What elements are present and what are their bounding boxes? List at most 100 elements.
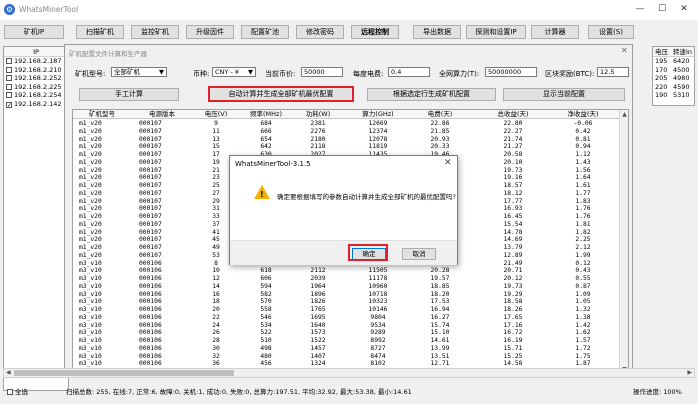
table-cell: -0.06 [573,120,593,127]
table-cell: 1.42 [575,321,591,329]
show-config-button[interactable]: 显示当前配置 [503,88,625,101]
table-cell: 15.25 [503,352,523,360]
table-row[interactable]: m3_v10 000106 16 582 1896 10718 18.20 19.29 1.09 [73,291,620,299]
table-row[interactable]: m3_v10 000106 28 510 1522 8992 14.61 16.19 1.57 [73,337,620,345]
checkbox-icon[interactable]: ✓ [6,101,12,108]
vertical-scrollbar[interactable]: ▲ ▼ [619,110,628,374]
toolbar-remote-control[interactable]: 远程控制 [351,25,399,39]
table-cell: 17.16 [503,321,523,329]
column-header[interactable]: 电源版本 [139,110,185,119]
scroll-thumb[interactable] [14,370,234,376]
column-header[interactable]: 频率(MHz) [243,110,289,119]
auto-calc-button[interactable]: 自动计算并生成全部矿机最优配置 [208,86,354,102]
table-row[interactable]: m1_v20 000107 9 684 2381 12669 22.86 22.80 -0.06 [73,120,620,128]
column-header[interactable]: 电费(天) [413,110,467,119]
table-cell: 19.73 [503,166,523,174]
column-header[interactable]: 净收益(天) [553,110,613,119]
table-cell: 000107 [139,158,162,166]
table-cell: 17.53 [430,298,450,306]
voltage-cell: 220 [655,82,668,91]
toolbar-scan-miners[interactable]: 扫描矿机 [76,25,124,39]
table-cell: 20.58 [503,151,523,158]
scroll-up-icon[interactable]: ▲ [620,110,628,119]
checkbox-icon[interactable] [6,83,12,90]
horizontal-scrollbar[interactable]: ◀ ▶ [3,368,695,378]
table-row[interactable]: m1_v20 000107 13 654 2180 12078 20.93 21.74 0.81 [73,136,620,144]
toolbar-upgrade-firmware[interactable]: 升级固件 [186,25,234,39]
table-cell: 18 [212,298,220,306]
ip-list-item[interactable]: 192.168.2.225 [4,83,68,92]
toolbar-detect-set-ip[interactable]: 探测和设置IP [466,25,526,39]
toolbar-change-password[interactable]: 修改密码 [296,25,344,39]
table-row[interactable]: m1_v20 000107 11 666 2276 12374 21.85 22.27 0.42 [73,128,620,136]
table-cell: 1.77 [575,189,591,197]
network-hashrate-label: 全网算力(T): [439,70,480,78]
table-row[interactable]: m3_v10 000106 10 618 2112 11505 20.28 20.71 0.43 [73,267,620,275]
column-header[interactable]: 电压(V) [193,110,239,119]
network-hashrate-input[interactable]: 50000000 [485,67,537,77]
table-cell: 000106 [139,313,162,321]
table-cell: 480 [260,352,272,360]
checkbox-icon[interactable] [6,66,12,73]
table-row[interactable]: m3_v10 000106 22 546 1695 9804 16.27 17.65 1.38 [73,314,620,322]
manual-calc-button[interactable]: 手工计算 [79,88,179,101]
maximize-button[interactable]: ☐ [654,3,670,16]
ip-list-item[interactable]: 192.168.2.187 [4,57,68,66]
select-all-checkbox[interactable]: 全选 [5,386,28,396]
toolbar-export-data[interactable]: 导出数据 [413,25,461,39]
close-button[interactable]: ✕ [676,3,692,16]
table-row[interactable]: m3_v10 000106 32 480 1407 8474 13.51 15.25 1.75 [73,353,620,361]
table-row[interactable]: m3_v10 000106 18 570 1826 10323 17.53 18.58 1.05 [73,298,620,306]
table-cell: 1.12 [575,151,591,158]
dialog-close-icon[interactable]: ✕ [444,158,452,168]
column-header[interactable]: 算力(GHz) [353,110,403,119]
table-cell: 8474 [370,352,386,360]
ip-list-item[interactable]: 192.168.2.252 [4,74,68,83]
table-cell: 000107 [139,236,162,244]
block-reward-input[interactable]: 12.5 [597,67,629,77]
checkbox-icon[interactable] [7,389,13,395]
table-row[interactable]: m3_v10 000106 12 606 2039 11178 19.57 20.12 0.55 [73,275,620,283]
ip-list-item[interactable]: 192.168.2.210 [4,66,68,75]
toolbar-config-pool[interactable]: 配置矿池 [241,25,289,39]
table-cell: m1_v20 [79,205,102,213]
table-row[interactable]: m3_v10 000106 36 456 1324 8102 12.71 14.58 1.87 [73,360,620,368]
fan-speed-cell: 4980 [673,74,690,83]
table-cell: 21.85 [430,127,450,135]
coin-price-input[interactable]: 50000 [301,67,343,77]
toolbar-monitor-miners[interactable]: 监控矿机 [131,25,179,39]
table-row[interactable]: m3_v10 000106 14 594 1964 10960 18.85 19.73 0.87 [73,283,620,291]
config-close-icon[interactable]: ✕ [621,46,628,55]
currency-select[interactable]: CNY - ¥ ▼ [212,67,256,77]
toolbar-calculator[interactable]: 计算器 [531,25,579,39]
window-title: WhatsMinerTool [19,5,79,14]
checkbox-icon[interactable] [6,58,12,64]
checkbox-icon[interactable] [6,92,12,99]
miner-type-select[interactable]: 全部矿机 ▼ [111,67,167,77]
table-cell: 14.78 [503,228,523,236]
table-row[interactable]: m3_v10 000106 30 498 1457 8727 13.99 15.71 1.72 [73,345,620,353]
column-header[interactable]: 总收益(天) [483,110,543,119]
table-row[interactable]: m3_v10 000106 26 522 1573 9289 15.10 16.72 1.62 [73,329,620,337]
minimize-button[interactable]: — [632,3,648,16]
ip-list-item[interactable]: ✓ 192.168.2.142 [4,100,68,109]
table-row[interactable]: m1_v20 000107 15 642 2118 11819 20.33 21.27 0.94 [73,143,620,151]
table-cell: 1.62 [575,329,591,337]
cancel-button[interactable]: 取消 [402,248,436,260]
table-cell: 13.99 [430,344,450,352]
table-cell: m1_v20 [79,228,102,236]
toolbar-settings[interactable]: 设置(S) [588,25,634,39]
config-from-selected-button[interactable]: 根据选定行生成矿机配置 [367,88,496,101]
checkbox-icon[interactable] [6,75,12,82]
scroll-left-icon[interactable]: ◀ [6,369,11,377]
column-header[interactable]: 功耗(W) [295,110,341,119]
select-all-label: 全选 [15,388,28,396]
electricity-label: 每度电费: [353,70,384,78]
toolbar-miner-ip[interactable]: 矿机IP [4,25,64,39]
table-row[interactable]: m3_v10 000106 24 534 1640 9534 15.74 17.16 1.42 [73,322,620,330]
ip-list-item[interactable]: 192.168.2.254 [4,91,68,100]
electricity-input[interactable]: 0.4 [388,67,430,77]
table-row[interactable]: m3_v10 000106 20 558 1765 10146 16.94 18.26 1.32 [73,306,620,314]
column-header[interactable]: 矿机型号 [77,110,127,119]
scroll-right-icon[interactable]: ▶ [687,369,692,377]
